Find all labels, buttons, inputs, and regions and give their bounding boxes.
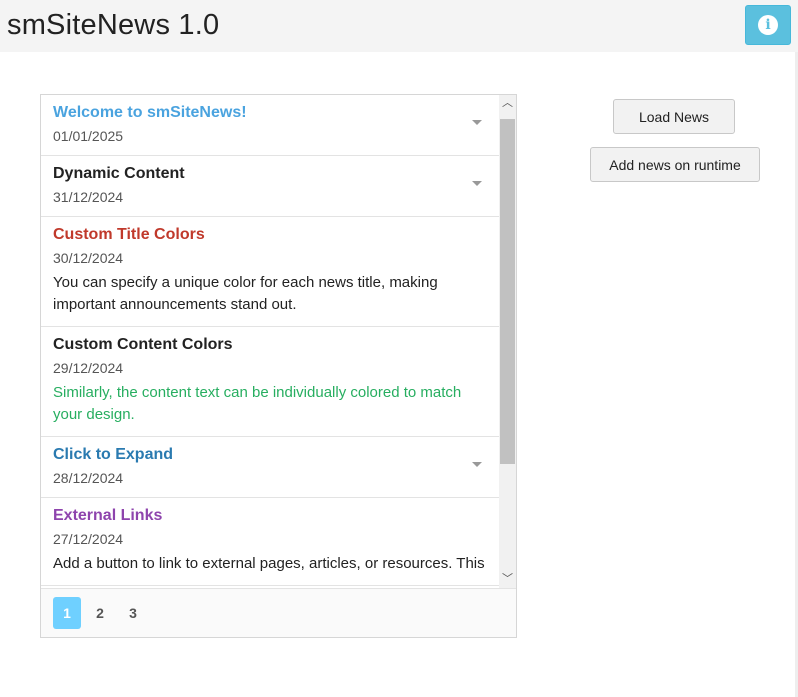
- scroll-up-arrow-icon[interactable]: ︿: [499, 95, 516, 112]
- news-title: Welcome to smSiteNews!: [53, 104, 247, 121]
- news-title: Click to Expand: [53, 446, 174, 463]
- news-content: Similarly, the content text can be indiv…: [53, 384, 462, 423]
- info-icon: i: [758, 15, 778, 35]
- info-button[interactable]: i: [745, 5, 791, 45]
- news-date: 27/12/2024: [53, 531, 124, 547]
- app-header: smSiteNews 1.0 i: [0, 0, 798, 52]
- news-date: 29/12/2024: [53, 360, 124, 376]
- news-item[interactable]: Click to Expand 28/12/2024: [41, 437, 499, 498]
- news-date: 01/01/2025: [53, 128, 124, 144]
- scroll-down-arrow-icon[interactable]: ﹀: [499, 571, 516, 588]
- news-content: You can specify a unique color for each …: [53, 274, 438, 313]
- news-scrollbar[interactable]: ︿ ﹀: [499, 95, 516, 588]
- add-news-button[interactable]: Add news on runtime: [590, 147, 760, 182]
- load-news-button[interactable]: Load News: [613, 99, 735, 134]
- news-list[interactable]: Welcome to smSiteNews! 01/01/2025 Dynamic …: [41, 95, 499, 588]
- expand-caret-icon[interactable]: [472, 120, 482, 125]
- news-title: Custom Title Colors: [53, 226, 205, 243]
- pagination: 123: [41, 588, 516, 637]
- news-content: Add a button to link to external pages, …: [53, 555, 485, 572]
- expand-caret-icon[interactable]: [472, 462, 482, 467]
- news-item[interactable]: Welcome to smSiteNews! 01/01/2025: [41, 95, 499, 156]
- news-date: 31/12/2024: [53, 189, 124, 205]
- news-title: Custom Content Colors: [53, 336, 233, 353]
- page-button[interactable]: 1: [53, 597, 81, 629]
- news-item[interactable]: Dynamic Content 31/12/2024: [41, 156, 499, 217]
- page-button[interactable]: 3: [119, 597, 147, 629]
- news-date: 28/12/2024: [53, 470, 124, 486]
- news-item[interactable]: Custom Content Colors 29/12/2024 Similarly…: [41, 327, 499, 437]
- news-title: External Links: [53, 507, 163, 524]
- news-title: Dynamic Content: [53, 165, 185, 182]
- news-widget: Welcome to smSiteNews! 01/01/2025 Dynamic …: [40, 94, 517, 638]
- news-item[interactable]: External Links 27/12/2024 Add a button to …: [41, 498, 499, 586]
- app-title: smSiteNews 1.0: [7, 9, 220, 41]
- scroll-thumb[interactable]: [500, 119, 515, 464]
- page-button[interactable]: 2: [86, 597, 114, 629]
- news-date: 30/12/2024: [53, 250, 124, 266]
- news-item[interactable]: Custom Title Colors 30/12/2024 You can spe…: [41, 217, 499, 327]
- expand-caret-icon[interactable]: [472, 181, 482, 186]
